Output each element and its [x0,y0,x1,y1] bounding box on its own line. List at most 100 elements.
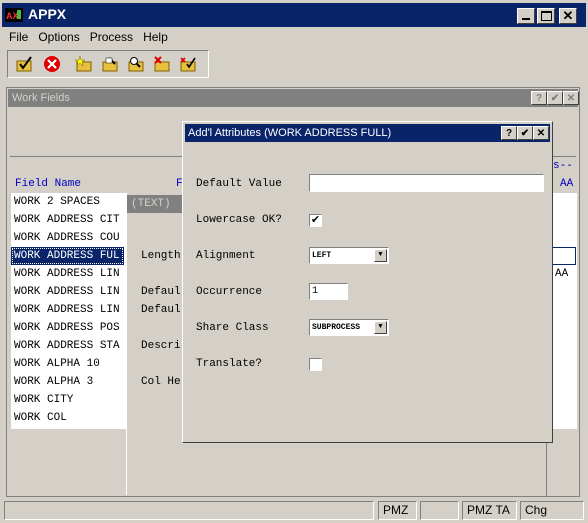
status-cell-app: PMZ TA [462,501,517,520]
maximize-button[interactable] [537,8,555,24]
alignment-value: LEFT [312,251,332,260]
field-name: WORK ADDRESS CIT [14,214,120,226]
close-button[interactable]: ✕ [559,8,577,24]
aa-cell: AA [555,268,569,280]
close-button[interactable]: ✕ [563,91,579,105]
dialog-title: Add'l Attributes (WORK ADDRESS FULL) [188,127,392,139]
search-folder-icon[interactable] [124,53,148,75]
dialog-title-bar[interactable]: Add'l Attributes (WORK ADDRESS FULL) ? ✔… [185,124,550,142]
alignment-select[interactable]: LEFT ▼ [309,247,389,264]
field-name: WORK ALPHA 10 [14,358,100,370]
status-cell-mode: Chg [520,501,584,520]
col-heading-label: Col He [141,376,181,388]
list-item[interactable]: WORK ADDRESS LIN [11,283,124,301]
check-icon: ✔ [550,92,560,104]
field-name: WORK ADDRESS FUL [14,250,120,262]
description-label: Descri [141,340,181,352]
question-icon: ? [505,127,513,139]
help-button[interactable]: ? [531,91,547,105]
app-title-bar[interactable]: AX APPX ✕ [2,3,586,27]
app-title: APPX [28,6,67,22]
maximize-icon [540,11,552,21]
field-name: WORK ADDRESS COU [14,232,120,244]
share-class-select[interactable]: SUBPROCESS ▼ [309,319,389,336]
dialog-ok-button[interactable]: ✔ [517,126,533,140]
delete-folder-icon[interactable] [150,53,174,75]
list-item[interactable]: WORK ALPHA 3 [11,373,124,391]
translate-checkbox[interactable] [309,358,322,371]
minimize-button[interactable] [517,8,535,24]
list-item[interactable]: WORK ADDRESS COU [11,229,124,247]
menu-file[interactable]: File [4,28,33,46]
list-item[interactable]: WORK ADDRESS STA [11,337,124,355]
column-header-field-name: Field Name [15,178,82,190]
list-item[interactable]: WORK COL [11,409,124,427]
text-detail-title: (TEXT) [131,198,171,210]
share-class-label: Share Class [196,322,269,334]
list-item-selected[interactable]: WORK ADDRESS FUL [11,247,124,265]
list-item[interactable]: WORK 2 SPACES [11,193,124,211]
work-fields-title: Work Fields [12,92,70,104]
list-item[interactable]: WORK CITY [11,391,124,409]
field-name: WORK ADDRESS STA [14,340,120,352]
work-fields-title-bar[interactable]: Work Fields ? ✔ ✕ [8,89,579,107]
column-header-aa: AA [560,178,574,190]
occurrence-field[interactable]: 1 [309,283,348,300]
occurrence-label: Occurrence [196,286,263,298]
appx-logo-icon: AX [5,8,23,22]
status-cell-user: PMZ [378,501,417,520]
check-folder-icon[interactable] [13,53,37,75]
field-name: WORK ALPHA 3 [14,376,94,388]
minimize-icon [522,18,530,20]
menu-process[interactable]: Process [85,28,138,46]
default-value-field[interactable] [309,174,544,192]
menu-bar: File Options Process Help [4,28,173,46]
default-label-2: Defaul [141,304,181,316]
alignment-label: Alignment [196,250,256,262]
field-name: WORK ADDRESS POS [14,322,120,334]
field-list: WORK 2 SPACES WORK ADDRESS CIT WORK ADDR… [11,193,127,429]
translate-label: Translate? [196,358,263,370]
close-icon: ✕ [536,127,546,139]
field-name: WORK COL [14,412,67,424]
occurrence-value: 1 [312,286,319,297]
share-class-value: SUBPROCESS [312,323,361,332]
list-item[interactable]: WORK ADDRESS LIN [11,265,124,283]
lowercase-ok-checkbox[interactable]: ✔ [309,214,322,227]
chevron-down-icon[interactable]: ▼ [374,249,387,262]
ok-button[interactable]: ✔ [547,91,563,105]
list-item[interactable]: WORK ADDRESS CIT [11,211,124,229]
field-name: WORK ADDRESS LIN [14,304,120,316]
length-label: Length [141,250,181,262]
field-name: WORK ADDRESS LIN [14,286,120,298]
edit-folder-icon[interactable] [98,53,122,75]
list-item[interactable]: WORK ADDRESS POS [11,319,124,337]
menu-help[interactable]: Help [138,28,173,46]
cancel-red-icon[interactable] [40,53,64,75]
check-icon: ✔ [520,127,530,139]
close-icon: ✕ [562,8,574,23]
checkmark-icon: ✔ [310,214,321,226]
dialog-close-button[interactable]: ✕ [533,126,549,140]
list-item[interactable]: WORK ALPHA 10 [11,355,124,373]
svg-text:AX: AX [6,11,19,21]
list-item[interactable]: WORK ADDRESS LIN [11,301,124,319]
chevron-down-icon[interactable]: ▼ [374,321,387,334]
dialog-help-button[interactable]: ? [501,126,517,140]
status-cell-main [4,501,374,520]
check-delete-folder-icon[interactable] [176,53,200,75]
default-value-label: Default Value [196,178,282,190]
default-label-1: Defaul [141,286,181,298]
menu-options[interactable]: Options [33,28,84,46]
column-header-fragment: s-- [553,160,573,172]
field-name: WORK 2 SPACES [14,196,100,208]
close-icon: ✕ [566,92,576,104]
lowercase-ok-label: Lowercase OK? [196,214,282,226]
star-folder-icon[interactable] [72,53,96,75]
toolbar [7,50,209,78]
field-name: WORK CITY [14,394,74,406]
status-cell-blank [420,501,459,520]
question-icon: ? [535,92,543,104]
addl-attributes-dialog: Add'l Attributes (WORK ADDRESS FULL) ? ✔… [182,121,553,443]
field-name: WORK ADDRESS LIN [14,268,120,280]
